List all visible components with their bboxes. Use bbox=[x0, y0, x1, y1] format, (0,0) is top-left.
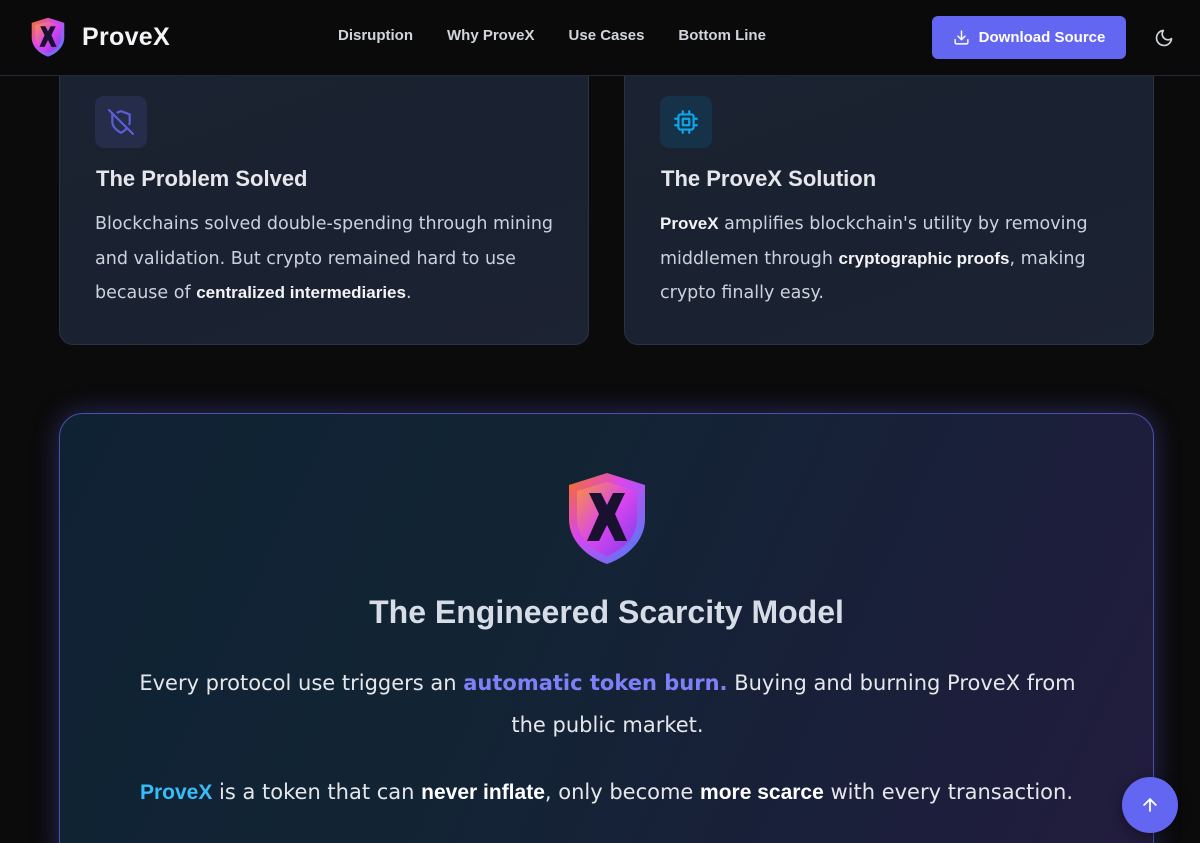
solution-text-bold: cryptographic proofs bbox=[838, 248, 1010, 268]
provex-shield-logo-icon bbox=[569, 473, 645, 564]
nav-link-why-provex[interactable]: Why ProveX bbox=[447, 27, 535, 44]
download-source-label: Download Source bbox=[978, 29, 1106, 46]
scarcity-line2-b: , only become bbox=[544, 780, 701, 804]
nav-link-bottom-line[interactable]: Bottom Line bbox=[678, 27, 766, 44]
provex-highlight: ProveX bbox=[139, 781, 213, 804]
nav-links: Disruption Why ProveX Use Cases Bottom L… bbox=[338, 27, 800, 44]
arrow-up-icon bbox=[1143, 798, 1157, 812]
solution-card-text: ProveX amplifies blockchain's utility by… bbox=[660, 207, 1130, 311]
nav-link-use-cases[interactable]: Use Cases bbox=[569, 27, 645, 44]
solution-card: The ProveX Solution ProveX amplifies blo… bbox=[624, 40, 1154, 345]
moon-icon bbox=[1155, 29, 1173, 47]
solution-card-icon-box bbox=[660, 96, 712, 148]
solution-text-brand: ProveX bbox=[660, 214, 719, 233]
top-navbar: ProveX Disruption Why ProveX Use Cases B… bbox=[0, 0, 1200, 76]
solution-card-title: The ProveX Solution bbox=[661, 166, 877, 191]
brand-name: ProveX bbox=[82, 22, 170, 51]
scarcity-line2-a: is a token that can bbox=[212, 780, 422, 804]
provex-shield-logo-icon bbox=[31, 17, 65, 57]
more-scarce-bold: more scarce bbox=[700, 781, 824, 804]
scarcity-title: The Engineered Scarcity Model bbox=[369, 594, 844, 630]
scarcity-model-panel: The Engineered Scarcity Model Every prot… bbox=[59, 413, 1154, 843]
problem-text-b: . bbox=[405, 283, 412, 303]
problem-card-icon-box bbox=[95, 96, 147, 148]
problem-text-bold: centralized intermediaries bbox=[196, 283, 406, 302]
scarcity-line1-a: Every protocol use triggers an bbox=[139, 671, 464, 695]
cpu-chip-icon bbox=[674, 110, 698, 134]
problem-card: The Problem Solved Blockchains solved do… bbox=[59, 40, 589, 345]
never-inflate-bold: never inflate bbox=[421, 781, 545, 804]
problem-card-text: Blockchains solved double-spending throu… bbox=[95, 207, 565, 311]
download-icon bbox=[954, 30, 969, 45]
theme-toggle-button[interactable] bbox=[1152, 26, 1176, 50]
scarcity-line2-c: with every transaction. bbox=[823, 780, 1074, 804]
token-burn-highlight: automatic token burn. bbox=[463, 671, 728, 695]
download-source-button[interactable]: Download Source bbox=[932, 16, 1126, 59]
brand[interactable]: ProveX bbox=[30, 15, 170, 59]
scarcity-statement: ProveX is a token that can never inflate… bbox=[60, 776, 1153, 809]
scroll-to-top-button[interactable] bbox=[1122, 777, 1178, 833]
problem-card-title: The Problem Solved bbox=[96, 166, 308, 191]
shield-off-icon bbox=[108, 109, 134, 135]
nav-link-disruption[interactable]: Disruption bbox=[338, 27, 413, 44]
scarcity-description: Every protocol use triggers an automatic… bbox=[130, 662, 1085, 746]
